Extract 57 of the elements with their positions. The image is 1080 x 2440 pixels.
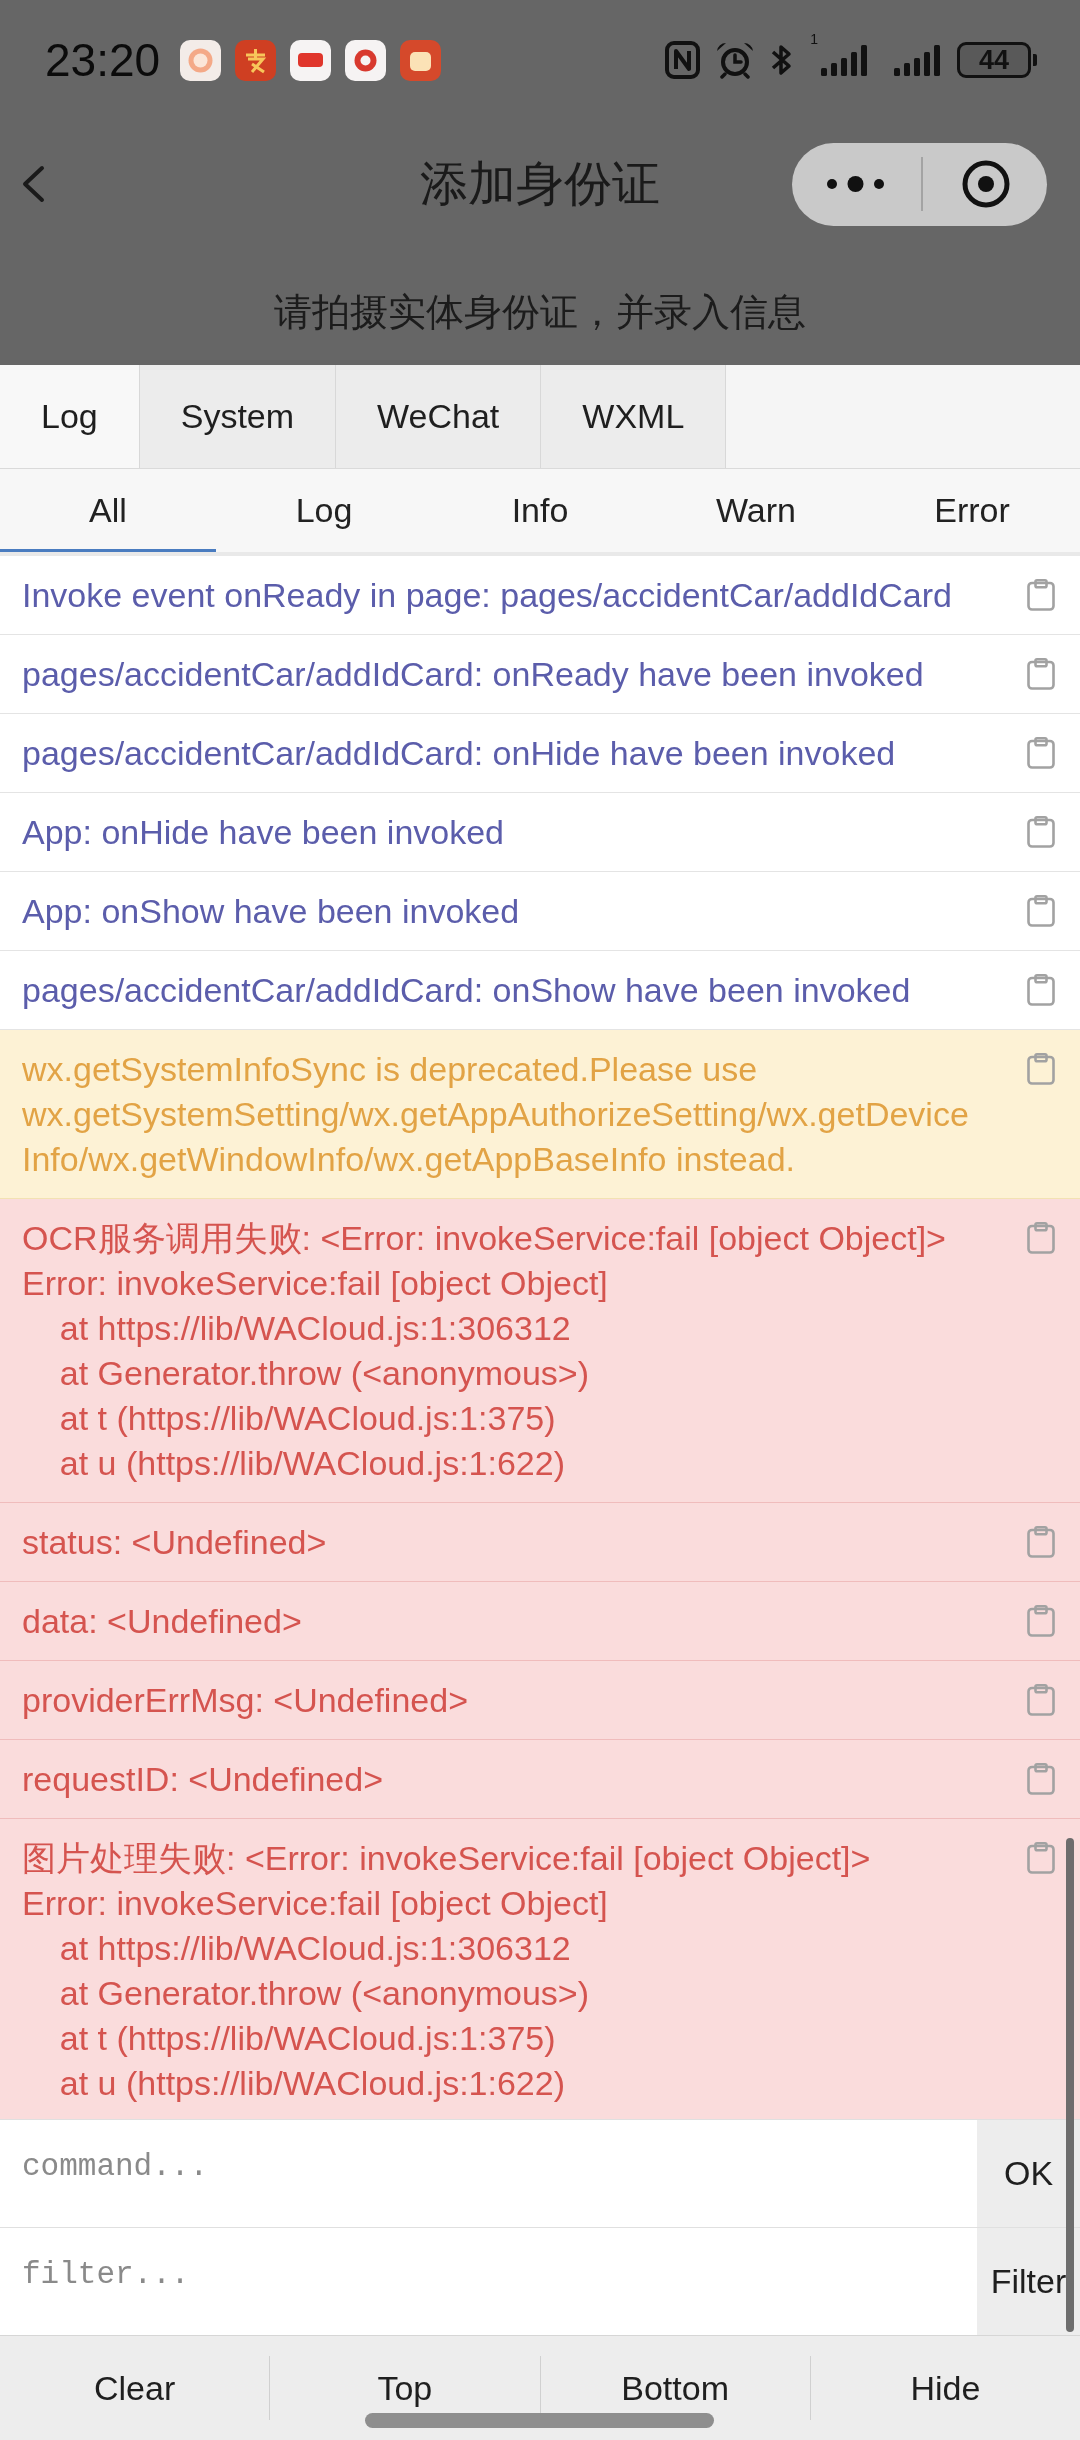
clipboard-icon[interactable]	[1027, 1684, 1055, 1716]
level-filter-tab[interactable]: Info	[432, 469, 648, 552]
app-notification-icon	[290, 39, 332, 81]
alarm-clock-icon	[715, 41, 756, 79]
log-message: pages/accidentCar/addIdCard: onHide have been invoked	[22, 733, 897, 774]
signal-icon	[894, 44, 942, 76]
page-title: 添加身份证	[420, 156, 660, 213]
clipboard-icon[interactable]	[1027, 1605, 1055, 1637]
level-filter-tab[interactable]: Error	[864, 469, 1080, 552]
circle-dot-icon[interactable]	[962, 160, 1010, 208]
toolbar-button[interactable]: Hide	[810, 2336, 1080, 2440]
back-icon[interactable]	[20, 165, 46, 203]
app-notification-icon	[345, 39, 387, 81]
clipboard-icon[interactable]	[1027, 1053, 1055, 1085]
more-icon[interactable]	[826, 175, 885, 193]
app-notification-icon	[180, 39, 222, 81]
clipboard-icon[interactable]	[1027, 1526, 1055, 1558]
app-notification-icon	[235, 39, 277, 81]
clipboard-icon[interactable]	[1027, 895, 1055, 927]
clipboard-icon[interactable]	[1027, 816, 1055, 848]
app-notification-icon	[400, 39, 442, 81]
console-tab[interactable]: WXML	[541, 365, 727, 468]
log-message: data: <Undefined>	[22, 1601, 303, 1642]
clipboard-icon[interactable]	[1027, 579, 1055, 611]
clipboard-icon[interactable]	[1027, 1763, 1055, 1795]
console-tab[interactable]: WeChat	[336, 365, 542, 468]
nfc-icon	[665, 41, 701, 79]
log-message: OCR服务调用失败: <Error: invokeService:fail [object Object]> Error: invokeService:fail [object Object] at https://lib/WACloud.js:1:306312 at Generator.throw (<anonymous>) at t (https://lib/WACloud.js:1:375) at u (https://lib/WACloud.js:1:622)	[22, 1218, 947, 1484]
page-subtitle: 请拍摄实体身份证，并录入信息	[274, 289, 806, 335]
level-filter-tab[interactable]: Log	[216, 469, 432, 552]
toolbar-button[interactable]: Bottom	[540, 2336, 810, 2440]
log-message: providerErrMsg: <Undefined>	[22, 1680, 469, 1721]
clipboard-icon[interactable]	[1027, 658, 1055, 690]
sim-slot-label: 1	[810, 32, 818, 46]
log-message: App: onHide have been invoked	[22, 812, 506, 853]
toolbar-button[interactable]: Clear	[0, 2336, 270, 2440]
console-tab[interactable]: System	[139, 365, 337, 468]
ok-button[interactable]: OK	[977, 2120, 1080, 2227]
log-message: pages/accidentCar/addIdCard: onReady have been invoked	[22, 654, 925, 695]
log-message: wx.getSystemInfoSync is deprecated.Please use wx.getSystemSetting/wx.getAppAuthorizeSetting/wx.getDeviceInfo/wx.getWindowInfo/wx.getAppBaseInfo instead.	[22, 1049, 970, 1180]
level-filter-tab[interactable]: All	[0, 469, 216, 552]
status-time: 23:20	[45, 37, 161, 83]
clipboard-icon[interactable]	[1027, 974, 1055, 1006]
log-message: App: onShow have been invoked	[22, 891, 521, 932]
log-message: status: <Undefined>	[22, 1522, 328, 1563]
clipboard-icon[interactable]	[1027, 1222, 1055, 1254]
log-message: 图片处理失败: <Error: invokeService:fail [object Object]> Error: invokeService:fail [object Object] at https://lib/WACloud.js:1:306312 at Generator.throw (<anonymous>) at t (https://lib/WACloud.js:1:375) at u (https://lib/WACloud.js:1:622)	[22, 1838, 872, 2104]
signal-icon	[821, 44, 869, 76]
battery-indicator: 44	[957, 42, 1037, 78]
log-message: Invoke event onReady in page: pages/accidentCar/addIdCard	[22, 575, 953, 616]
level-filter-tab[interactable]: Warn	[648, 469, 864, 552]
filter-button[interactable]: Filter	[977, 2228, 1080, 2335]
log-message: requestID: <Undefined>	[22, 1759, 385, 1800]
clipboard-icon[interactable]	[1027, 737, 1055, 769]
log-message: pages/accidentCar/addIdCard: onShow have been invoked	[22, 970, 912, 1011]
clipboard-icon[interactable]	[1027, 1842, 1055, 1874]
toolbar-button[interactable]: Top	[270, 2336, 540, 2440]
